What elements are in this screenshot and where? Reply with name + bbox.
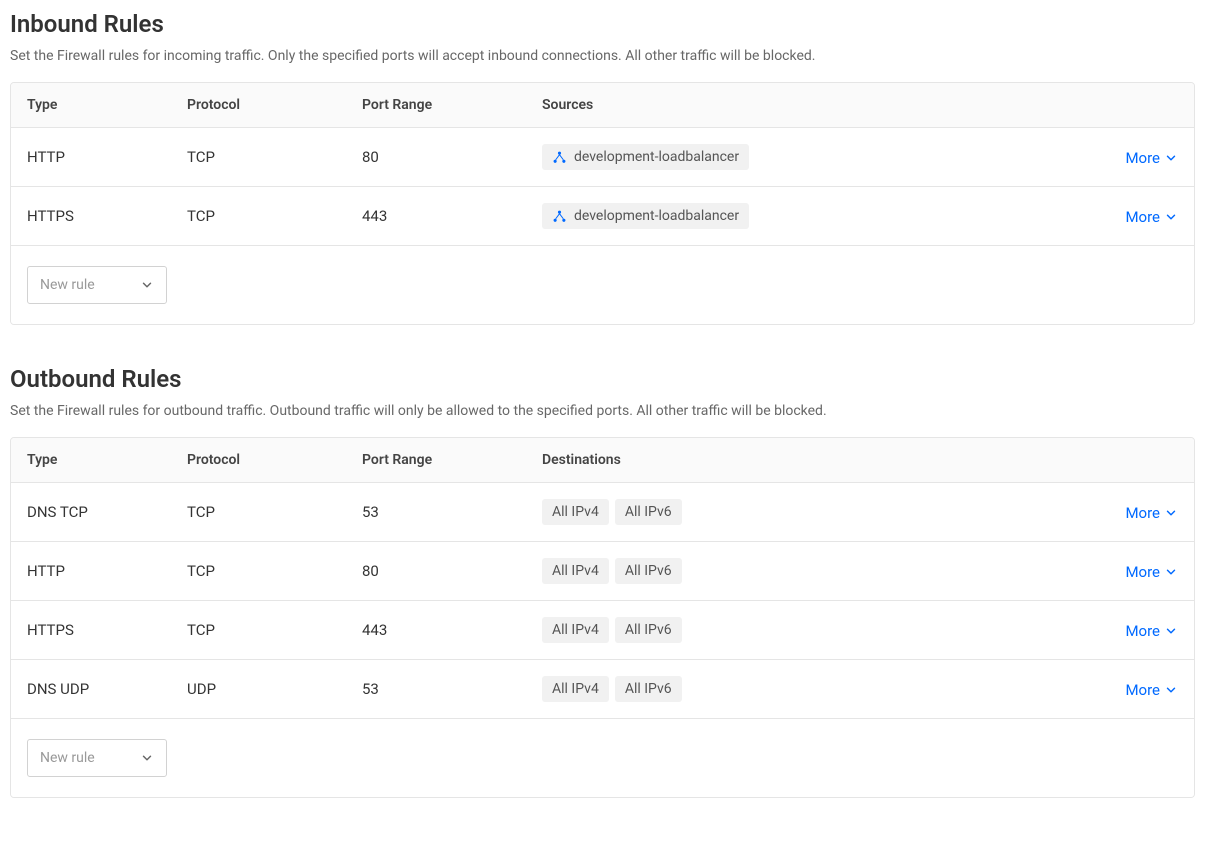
more-label: More [1125, 622, 1160, 640]
rule-protocol: TCP [187, 621, 362, 639]
rule-targets: All IPv4 All IPv6 [542, 676, 1098, 702]
target-chip-label: All IPv6 [625, 563, 672, 579]
table-row: HTTPTCP80 All IPv4 All IPv6 More [11, 542, 1194, 601]
col-header-port-range: Port Range [362, 452, 542, 468]
more-label: More [1125, 208, 1160, 226]
inbound-title: Inbound Rules [10, 10, 1195, 38]
rule-port: 53 [362, 680, 542, 698]
target-chip-label: All IPv4 [552, 563, 599, 579]
rule-targets: All IPv4 All IPv6 [542, 617, 1098, 643]
rule-targets: development-loadbalancer [542, 144, 1098, 170]
rule-type: HTTP [27, 562, 187, 580]
col-header-type: Type [27, 97, 187, 113]
target-chip[interactable]: All IPv6 [615, 676, 682, 702]
inbound-table-header: Type Protocol Port Range Sources [11, 83, 1194, 128]
rule-type: HTTPS [27, 207, 187, 225]
outbound-table-header: Type Protocol Port Range Destinations [11, 438, 1194, 483]
inbound-section: Inbound Rules Set the Firewall rules for… [10, 10, 1195, 325]
inbound-rules-table: Type Protocol Port Range Sources HTTPTCP… [10, 82, 1195, 325]
rule-targets: All IPv4 All IPv6 [542, 499, 1098, 525]
rule-protocol: TCP [187, 562, 362, 580]
loadbalancer-icon [552, 209, 567, 224]
target-chip-label: All IPv6 [625, 681, 672, 697]
table-row: HTTPTCP80 development-loadbalancer More [11, 128, 1194, 187]
more-label: More [1125, 149, 1160, 167]
more-label: More [1125, 681, 1160, 699]
target-chip[interactable]: All IPv4 [542, 558, 609, 584]
target-chip[interactable]: development-loadbalancer [542, 144, 749, 170]
outbound-new-rule-row: New rule [11, 719, 1194, 797]
more-button[interactable]: More [1125, 622, 1178, 640]
col-header-sources: Sources [542, 97, 1098, 113]
rule-protocol: TCP [187, 148, 362, 166]
more-label: More [1125, 504, 1160, 522]
new-rule-label: New rule [40, 750, 95, 766]
target-chip-label: All IPv6 [625, 622, 672, 638]
more-button[interactable]: More [1125, 208, 1178, 226]
rule-targets: development-loadbalancer [542, 203, 1098, 229]
col-header-type: Type [27, 452, 187, 468]
target-chip[interactable]: All IPv6 [615, 617, 682, 643]
chevron-down-icon [1164, 683, 1178, 697]
target-chip[interactable]: development-loadbalancer [542, 203, 749, 229]
chevron-down-icon [1164, 151, 1178, 165]
col-header-protocol: Protocol [187, 97, 362, 113]
chevron-down-icon [140, 278, 154, 292]
new-rule-label: New rule [40, 277, 95, 293]
rule-targets: All IPv4 All IPv6 [542, 558, 1098, 584]
target-chip-label: development-loadbalancer [574, 208, 739, 224]
rule-protocol: UDP [187, 680, 362, 698]
table-row: HTTPSTCP443 development-loadbalancer More [11, 187, 1194, 246]
target-chip[interactable]: All IPv4 [542, 676, 609, 702]
table-row: DNS TCPTCP53 All IPv4 All IPv6 More [11, 483, 1194, 542]
target-chip-label: development-loadbalancer [574, 149, 739, 165]
chevron-down-icon [1164, 210, 1178, 224]
rule-port: 80 [362, 562, 542, 580]
rule-type: DNS TCP [27, 503, 187, 521]
outbound-title: Outbound Rules [10, 365, 1195, 393]
rule-protocol: TCP [187, 207, 362, 225]
target-chip[interactable]: All IPv6 [615, 558, 682, 584]
chevron-down-icon [1164, 565, 1178, 579]
table-row: DNS UDPUDP53 All IPv4 All IPv6 More [11, 660, 1194, 719]
outbound-rules-table: Type Protocol Port Range Destinations DN… [10, 437, 1195, 798]
table-row: HTTPSTCP443 All IPv4 All IPv6 More [11, 601, 1194, 660]
chevron-down-icon [1164, 506, 1178, 520]
inbound-new-rule-row: New rule [11, 246, 1194, 324]
rule-port: 53 [362, 503, 542, 521]
outbound-section: Outbound Rules Set the Firewall rules fo… [10, 365, 1195, 798]
chevron-down-icon [140, 751, 154, 765]
rule-port: 443 [362, 621, 542, 639]
rule-protocol: TCP [187, 503, 362, 521]
target-chip-label: All IPv4 [552, 681, 599, 697]
target-chip[interactable]: All IPv6 [615, 499, 682, 525]
col-header-port-range: Port Range [362, 97, 542, 113]
target-chip[interactable]: All IPv4 [542, 617, 609, 643]
target-chip[interactable]: All IPv4 [542, 499, 609, 525]
col-header-protocol: Protocol [187, 452, 362, 468]
col-header-destinations: Destinations [542, 452, 1098, 468]
rule-port: 443 [362, 207, 542, 225]
new-rule-dropdown[interactable]: New rule [27, 266, 167, 304]
new-rule-dropdown[interactable]: New rule [27, 739, 167, 777]
target-chip-label: All IPv4 [552, 622, 599, 638]
inbound-description: Set the Firewall rules for incoming traf… [10, 48, 1195, 64]
rule-port: 80 [362, 148, 542, 166]
rule-type: HTTP [27, 148, 187, 166]
more-button[interactable]: More [1125, 681, 1178, 699]
more-button[interactable]: More [1125, 504, 1178, 522]
target-chip-label: All IPv4 [552, 504, 599, 520]
chevron-down-icon [1164, 624, 1178, 638]
rule-type: DNS UDP [27, 680, 187, 698]
more-button[interactable]: More [1125, 563, 1178, 581]
target-chip-label: All IPv6 [625, 504, 672, 520]
rule-type: HTTPS [27, 621, 187, 639]
loadbalancer-icon [552, 150, 567, 165]
more-button[interactable]: More [1125, 149, 1178, 167]
more-label: More [1125, 563, 1160, 581]
outbound-description: Set the Firewall rules for outbound traf… [10, 403, 1195, 419]
